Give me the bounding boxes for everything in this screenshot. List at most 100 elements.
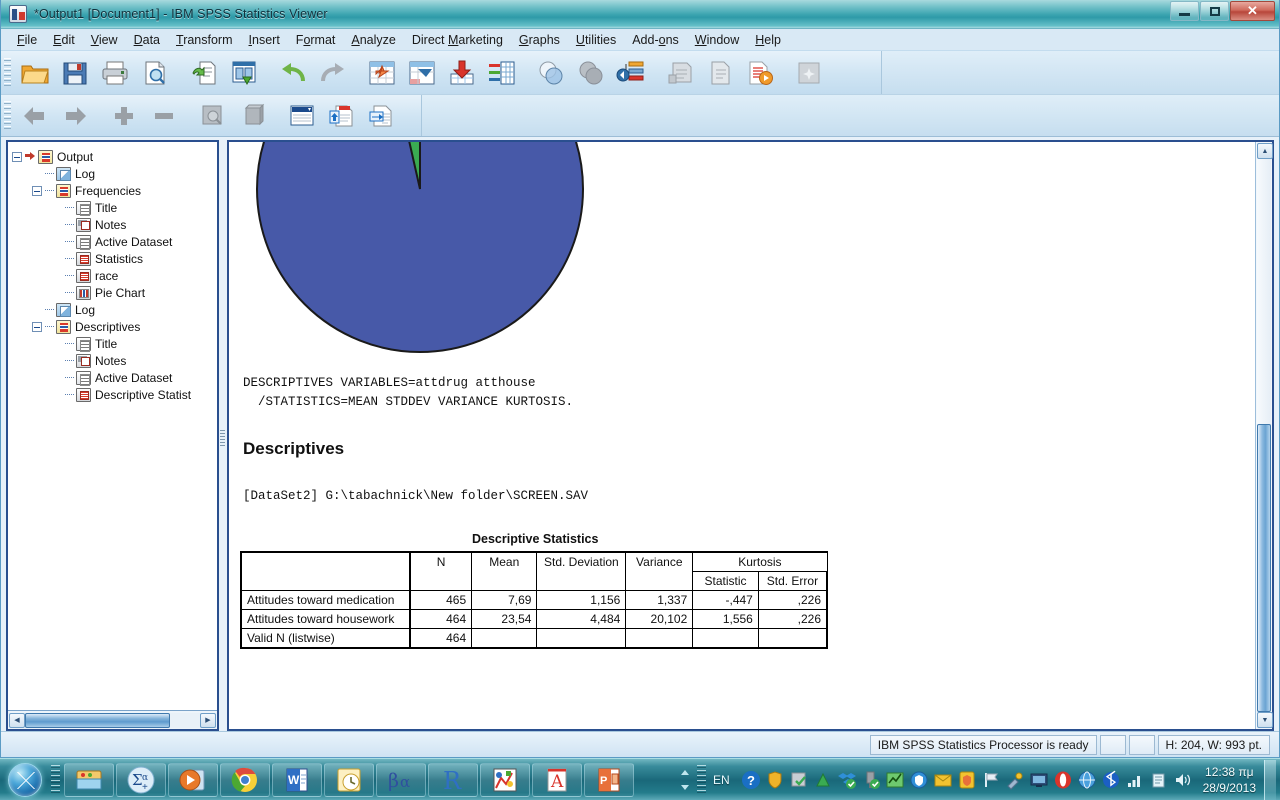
outline-hscroll-thumb[interactable] (25, 712, 171, 728)
flag-icon[interactable] (981, 770, 1001, 790)
printer-icon[interactable] (1149, 770, 1169, 790)
taskbar-outlook[interactable] (324, 762, 374, 797)
menu-view[interactable]: View (83, 31, 126, 49)
insert-heading-icon[interactable] (283, 98, 321, 134)
table-row[interactable]: Valid N (listwise) 464 (240, 628, 828, 649)
menu-data[interactable]: Data (126, 31, 168, 49)
find-icon[interactable] (532, 55, 570, 91)
tray-scroll-arrows[interactable] (678, 765, 692, 795)
outline-expander-icon[interactable] (12, 151, 22, 162)
redo-icon[interactable] (314, 55, 352, 91)
clock[interactable]: 12:38 πμ 28/9/2013 (1203, 764, 1256, 796)
outline-node-statistics[interactable]: Statistics (12, 250, 217, 267)
open-file-icon[interactable] (16, 55, 54, 91)
green-up-icon[interactable] (813, 770, 833, 790)
outline-node-log[interactable]: Log (12, 165, 217, 182)
language-indicator[interactable]: EN (713, 773, 730, 787)
taskbar-grip-2[interactable] (696, 764, 706, 795)
taskbar-spss-statistics[interactable]: Σ α + (116, 762, 166, 797)
recall-dialog-icon[interactable] (185, 55, 223, 91)
menu-graphs[interactable]: Graphs (511, 31, 568, 49)
menu-direct-marketing[interactable]: Direct Marketing (404, 31, 511, 49)
menu-edit[interactable]: Edit (45, 31, 83, 49)
taskbar-powerpoint[interactable]: P (584, 762, 634, 797)
scroll-up-arrow[interactable]: ▲ (1257, 143, 1273, 159)
use-sets-icon[interactable] (790, 55, 828, 91)
insert-cases-icon[interactable] (572, 55, 610, 91)
maximize-button[interactable] (1200, 1, 1229, 21)
menu-help[interactable]: Help (747, 31, 789, 49)
taskbar-acrobat[interactable]: A (532, 762, 582, 797)
value-labels-icon[interactable] (741, 55, 779, 91)
globe-icon[interactable] (1077, 770, 1097, 790)
select-cases-icon[interactable] (701, 55, 739, 91)
menu-insert[interactable]: Insert (241, 31, 288, 49)
splitter-handle[interactable] (220, 430, 225, 446)
split-file-icon[interactable] (612, 55, 650, 91)
pie-chart[interactable] (255, 142, 585, 354)
shield-icon[interactable] (765, 770, 785, 790)
dropbox-icon[interactable] (837, 770, 857, 790)
outline-toolbar-grip[interactable] (4, 100, 11, 131)
help-icon[interactable]: ? (741, 770, 761, 790)
output-canvas[interactable]: DESCRIPTIVES VARIABLES=attdrug atthouse … (229, 142, 1255, 729)
outline-node-title[interactable]: Title (12, 335, 217, 352)
outline-node-pie-chart[interactable]: Pie Chart (12, 284, 217, 301)
mail-icon[interactable] (933, 770, 953, 790)
taskbar-media-player[interactable] (168, 762, 218, 797)
print-icon[interactable] (96, 55, 134, 91)
show-icon[interactable] (194, 98, 232, 134)
bluetooth-icon[interactable] (1101, 770, 1121, 790)
menu-utilities[interactable]: Utilities (568, 31, 624, 49)
output-vscroll-thumb[interactable] (1257, 424, 1271, 712)
collapse-icon[interactable] (145, 98, 183, 134)
network-tool-icon[interactable] (1005, 770, 1025, 790)
export-icon[interactable] (225, 55, 263, 91)
outline-horizontal-scrollbar[interactable]: ◀ ▶ (8, 710, 217, 729)
outline-expander-icon[interactable] (32, 321, 42, 332)
outline-node-descriptive-statist[interactable]: Descriptive Statist (12, 386, 217, 403)
opera-icon[interactable] (1053, 770, 1073, 790)
menu-format[interactable]: Format (288, 31, 344, 49)
variables-icon[interactable] (483, 55, 521, 91)
taskbar-lisrel[interactable] (480, 762, 530, 797)
table-row[interactable]: Attitudes toward housework 464 23,54 4,4… (240, 609, 828, 629)
tray-up-arrow-icon[interactable] (680, 769, 689, 775)
orange-shield-icon[interactable] (957, 770, 977, 790)
show-desktop-button[interactable] (1264, 759, 1276, 800)
outline-node-notes[interactable]: Notes (12, 216, 217, 233)
toolbar-grip[interactable] (4, 57, 11, 88)
checkmark-doc-icon[interactable] (789, 770, 809, 790)
menu-analyze[interactable]: Analyze (343, 31, 403, 49)
outline-node-race[interactable]: race (12, 267, 217, 284)
output-vertical-scrollbar[interactable]: ▲ ▼ (1255, 142, 1273, 729)
outline-node-descriptives[interactable]: Descriptives (12, 318, 217, 335)
hide-icon[interactable] (234, 98, 272, 134)
scroll-left-arrow[interactable]: ◀ (9, 712, 25, 728)
menu-addons[interactable]: Add-ons (624, 31, 687, 49)
menu-window[interactable]: Window (687, 31, 747, 49)
outline-node-title[interactable]: Title (12, 199, 217, 216)
expand-icon[interactable] (105, 98, 143, 134)
outline-node-active-dataset[interactable]: Active Dataset (12, 233, 217, 250)
taskbar-chrome[interactable] (220, 762, 270, 797)
antivirus-icon[interactable] (909, 770, 929, 790)
output-vscroll-track[interactable] (1257, 159, 1271, 712)
save-icon[interactable] (56, 55, 94, 91)
demote-icon[interactable] (56, 98, 94, 134)
insert-title-icon[interactable] (323, 98, 361, 134)
outline-tree[interactable]: Output Log Frequencies Title Notes Active Dat… (8, 142, 217, 710)
weight-cases-icon[interactable] (661, 55, 699, 91)
usb-safe-remove-icon[interactable] (861, 770, 881, 790)
minimize-button[interactable] (1170, 1, 1199, 21)
close-button[interactable]: ✕ (1230, 1, 1275, 21)
goto-data-icon[interactable] (443, 55, 481, 91)
promote-icon[interactable] (16, 98, 54, 134)
print-preview-icon[interactable] (136, 55, 174, 91)
table-row[interactable]: Attitudes toward medication 465 7,69 1,1… (240, 590, 828, 610)
taskbar-file-explorer[interactable] (64, 762, 114, 797)
display-icon[interactable] (1029, 770, 1049, 790)
goto-variable-icon[interactable] (403, 55, 441, 91)
taskbar-grip-1[interactable] (51, 764, 60, 795)
goto-case-icon[interactable] (363, 55, 401, 91)
